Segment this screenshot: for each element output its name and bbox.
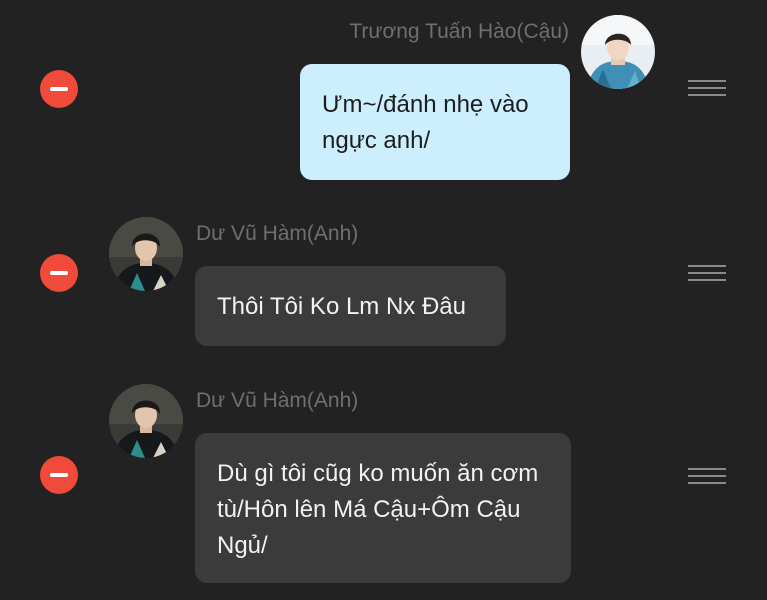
sender-name: Trương Tuấn Hào(Cậu)	[349, 20, 569, 43]
sender-name: Dư Vũ Hàm(Anh)	[196, 389, 359, 412]
remove-message-button[interactable]	[40, 456, 78, 494]
chat-editor-screen: Trương Tuấn Hào(Cậu) Ưm~/đánh nhẹ vào ng…	[0, 0, 767, 600]
message-bubble[interactable]: Ưm~/đánh nhẹ vào ngực anh/	[300, 64, 570, 180]
minus-circle-icon	[50, 473, 68, 477]
drag-handle-icon	[688, 80, 726, 96]
drag-handle-icon	[688, 468, 726, 484]
avatar	[581, 15, 655, 89]
avatar	[109, 217, 183, 291]
minus-circle-icon	[50, 271, 68, 275]
remove-message-button[interactable]	[40, 254, 78, 292]
drag-handle[interactable]	[688, 466, 726, 486]
drag-handle[interactable]	[688, 78, 726, 98]
drag-handle[interactable]	[688, 263, 726, 283]
avatar-photo-icon	[581, 15, 655, 89]
remove-message-button[interactable]	[40, 70, 78, 108]
message-bubble[interactable]: Thôi Tôi Ko Lm Nx Đâu	[195, 266, 506, 346]
minus-circle-icon	[50, 87, 68, 91]
sender-name: Dư Vũ Hàm(Anh)	[196, 222, 359, 245]
message-bubble[interactable]: Dù gì tôi cũg ko muốn ăn cơm tù/Hôn lên …	[195, 433, 571, 583]
avatar	[109, 384, 183, 458]
drag-handle-icon	[688, 265, 726, 281]
avatar-photo-icon	[109, 217, 183, 291]
avatar-photo-icon	[109, 384, 183, 458]
